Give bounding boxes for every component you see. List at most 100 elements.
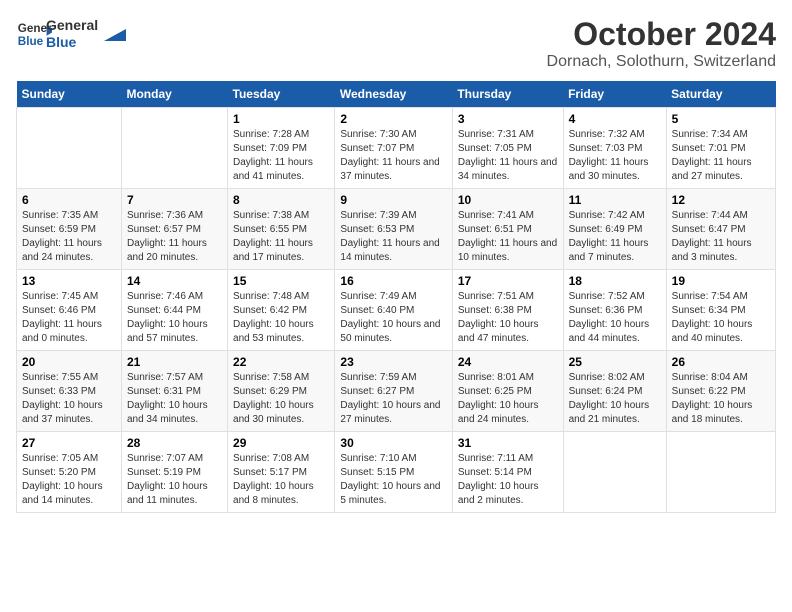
svg-text:Blue: Blue bbox=[18, 35, 44, 48]
day-info: Sunrise: 7:32 AM Sunset: 7:03 PM Dayligh… bbox=[569, 128, 661, 184]
cell-3-2: 22 Sunrise: 7:58 AM Sunset: 6:29 PM Dayli… bbox=[228, 351, 335, 432]
day-number: 23 bbox=[340, 355, 446, 369]
cell-0-0 bbox=[17, 108, 122, 189]
cell-4-2: 29Sunrise: 7:08 AM Sunset: 5:17 PM Dayli… bbox=[228, 432, 335, 513]
day-info: Sunrise: 7:31 AM Sunset: 7:05 PM Dayligh… bbox=[458, 128, 558, 184]
day-info: Sunrise: 7:51 AM Sunset: 6:38 PM Dayligh… bbox=[458, 290, 558, 346]
cell-2-3: 16Sunrise: 7:49 AM Sunset: 6:40 PM Dayli… bbox=[335, 270, 452, 351]
cell-1-0: 6 Sunrise: 7:35 AM Sunset: 6:59 PM Daylig… bbox=[17, 189, 122, 270]
day-info: Sunrise: 7:10 AM Sunset: 5:15 PM Dayligh… bbox=[340, 452, 446, 508]
cell-1-5: 11 Sunrise: 7:42 AM Sunset: 6:49 PM Dayli… bbox=[563, 189, 666, 270]
cell-3-0: 20 Sunrise: 7:55 AM Sunset: 6:33 PM Dayli… bbox=[17, 351, 122, 432]
day-number: 24 bbox=[458, 355, 558, 369]
day-number: 13 bbox=[22, 274, 116, 288]
day-info: Sunrise: 7:35 AM Sunset: 6:59 PM Dayligh… bbox=[22, 209, 116, 265]
day-info: Sunrise: 7:57 AM Sunset: 6:31 PM Dayligh… bbox=[127, 371, 222, 427]
cell-2-6: 19Sunrise: 7:54 AM Sunset: 6:34 PM Dayli… bbox=[666, 270, 775, 351]
day-number: 3 bbox=[458, 112, 558, 126]
day-info: Sunrise: 7:55 AM Sunset: 6:33 PM Dayligh… bbox=[22, 371, 116, 427]
cell-3-4: 24 Sunrise: 8:01 AM Sunset: 6:25 PM Dayli… bbox=[452, 351, 563, 432]
cell-3-6: 26 Sunrise: 8:04 AM Sunset: 6:22 PM Dayli… bbox=[666, 351, 775, 432]
page-subtitle: Dornach, Solothurn, Switzerland bbox=[547, 53, 776, 71]
day-info: Sunrise: 7:58 AM Sunset: 6:29 PM Dayligh… bbox=[233, 371, 329, 427]
week-row-1: 1 Sunrise: 7:28 AM Sunset: 7:09 PM Daylig… bbox=[17, 108, 776, 189]
cell-0-1 bbox=[121, 108, 227, 189]
cell-4-1: 28Sunrise: 7:07 AM Sunset: 5:19 PM Dayli… bbox=[121, 432, 227, 513]
day-info: Sunrise: 8:04 AM Sunset: 6:22 PM Dayligh… bbox=[672, 371, 770, 427]
cell-1-2: 8 Sunrise: 7:38 AM Sunset: 6:55 PM Daylig… bbox=[228, 189, 335, 270]
cell-4-3: 30Sunrise: 7:10 AM Sunset: 5:15 PM Dayli… bbox=[335, 432, 452, 513]
header-monday: Monday bbox=[121, 81, 227, 108]
header-row: SundayMondayTuesdayWednesdayThursdayFrid… bbox=[17, 81, 776, 108]
cell-1-1: 7 Sunrise: 7:36 AM Sunset: 6:57 PM Daylig… bbox=[121, 189, 227, 270]
page-title: October 2024 bbox=[547, 16, 776, 53]
cell-3-3: 23 Sunrise: 7:59 AM Sunset: 6:27 PM Dayli… bbox=[335, 351, 452, 432]
day-info: Sunrise: 7:39 AM Sunset: 6:53 PM Dayligh… bbox=[340, 209, 446, 265]
cell-0-6: 5 Sunrise: 7:34 AM Sunset: 7:01 PM Daylig… bbox=[666, 108, 775, 189]
header: General Blue General Blue October 2024 D… bbox=[16, 16, 776, 71]
cell-2-4: 17 Sunrise: 7:51 AM Sunset: 6:38 PM Dayli… bbox=[452, 270, 563, 351]
day-info: Sunrise: 7:30 AM Sunset: 7:07 PM Dayligh… bbox=[340, 128, 446, 184]
day-number: 6 bbox=[22, 193, 116, 207]
day-info: Sunrise: 7:46 AM Sunset: 6:44 PM Dayligh… bbox=[127, 290, 222, 346]
header-tuesday: Tuesday bbox=[228, 81, 335, 108]
day-info: Sunrise: 7:38 AM Sunset: 6:55 PM Dayligh… bbox=[233, 209, 329, 265]
header-sunday: Sunday bbox=[17, 81, 122, 108]
day-number: 11 bbox=[569, 193, 661, 207]
logo: General Blue General Blue bbox=[16, 16, 126, 52]
day-info: Sunrise: 7:41 AM Sunset: 6:51 PM Dayligh… bbox=[458, 209, 558, 265]
week-row-2: 6 Sunrise: 7:35 AM Sunset: 6:59 PM Daylig… bbox=[17, 189, 776, 270]
day-info: Sunrise: 7:48 AM Sunset: 6:42 PM Dayligh… bbox=[233, 290, 329, 346]
day-number: 8 bbox=[233, 193, 329, 207]
day-info: Sunrise: 7:05 AM Sunset: 5:20 PM Dayligh… bbox=[22, 452, 116, 508]
day-number: 22 bbox=[233, 355, 329, 369]
cell-1-6: 12Sunrise: 7:44 AM Sunset: 6:47 PM Dayli… bbox=[666, 189, 775, 270]
cell-0-4: 3 Sunrise: 7:31 AM Sunset: 7:05 PM Daylig… bbox=[452, 108, 563, 189]
week-row-5: 27 Sunrise: 7:05 AM Sunset: 5:20 PM Dayli… bbox=[17, 432, 776, 513]
day-number: 14 bbox=[127, 274, 222, 288]
cell-0-2: 1 Sunrise: 7:28 AM Sunset: 7:09 PM Daylig… bbox=[228, 108, 335, 189]
cell-1-4: 10 Sunrise: 7:41 AM Sunset: 6:51 PM Dayli… bbox=[452, 189, 563, 270]
day-number: 9 bbox=[340, 193, 446, 207]
cell-4-0: 27 Sunrise: 7:05 AM Sunset: 5:20 PM Dayli… bbox=[17, 432, 122, 513]
day-number: 25 bbox=[569, 355, 661, 369]
cell-3-1: 21Sunrise: 7:57 AM Sunset: 6:31 PM Dayli… bbox=[121, 351, 227, 432]
logo-triangle-icon bbox=[104, 19, 126, 41]
cell-4-4: 31Sunrise: 7:11 AM Sunset: 5:14 PM Dayli… bbox=[452, 432, 563, 513]
day-info: Sunrise: 8:01 AM Sunset: 6:25 PM Dayligh… bbox=[458, 371, 558, 427]
week-row-4: 20 Sunrise: 7:55 AM Sunset: 6:33 PM Dayli… bbox=[17, 351, 776, 432]
day-number: 10 bbox=[458, 193, 558, 207]
cell-4-6 bbox=[666, 432, 775, 513]
logo-blue: Blue bbox=[46, 34, 98, 51]
day-number: 29 bbox=[233, 436, 329, 450]
cell-4-5 bbox=[563, 432, 666, 513]
cell-3-5: 25 Sunrise: 8:02 AM Sunset: 6:24 PM Dayli… bbox=[563, 351, 666, 432]
day-number: 26 bbox=[672, 355, 770, 369]
day-number: 18 bbox=[569, 274, 661, 288]
header-friday: Friday bbox=[563, 81, 666, 108]
day-number: 1 bbox=[233, 112, 329, 126]
day-number: 28 bbox=[127, 436, 222, 450]
day-info: Sunrise: 7:36 AM Sunset: 6:57 PM Dayligh… bbox=[127, 209, 222, 265]
cell-2-2: 15Sunrise: 7:48 AM Sunset: 6:42 PM Dayli… bbox=[228, 270, 335, 351]
day-number: 16 bbox=[340, 274, 446, 288]
cell-2-5: 18 Sunrise: 7:52 AM Sunset: 6:36 PM Dayli… bbox=[563, 270, 666, 351]
header-saturday: Saturday bbox=[666, 81, 775, 108]
day-number: 5 bbox=[672, 112, 770, 126]
cell-2-1: 14 Sunrise: 7:46 AM Sunset: 6:44 PM Dayli… bbox=[121, 270, 227, 351]
header-thursday: Thursday bbox=[452, 81, 563, 108]
day-number: 27 bbox=[22, 436, 116, 450]
day-number: 17 bbox=[458, 274, 558, 288]
day-number: 20 bbox=[22, 355, 116, 369]
week-row-3: 13Sunrise: 7:45 AM Sunset: 6:46 PM Dayli… bbox=[17, 270, 776, 351]
day-info: Sunrise: 7:11 AM Sunset: 5:14 PM Dayligh… bbox=[458, 452, 558, 508]
day-number: 4 bbox=[569, 112, 661, 126]
day-number: 7 bbox=[127, 193, 222, 207]
title-section: October 2024 Dornach, Solothurn, Switzer… bbox=[547, 16, 776, 71]
day-info: Sunrise: 7:52 AM Sunset: 6:36 PM Dayligh… bbox=[569, 290, 661, 346]
day-info: Sunrise: 7:28 AM Sunset: 7:09 PM Dayligh… bbox=[233, 128, 329, 184]
day-info: Sunrise: 8:02 AM Sunset: 6:24 PM Dayligh… bbox=[569, 371, 661, 427]
day-info: Sunrise: 7:34 AM Sunset: 7:01 PM Dayligh… bbox=[672, 128, 770, 184]
day-info: Sunrise: 7:42 AM Sunset: 6:49 PM Dayligh… bbox=[569, 209, 661, 265]
day-info: Sunrise: 7:59 AM Sunset: 6:27 PM Dayligh… bbox=[340, 371, 446, 427]
